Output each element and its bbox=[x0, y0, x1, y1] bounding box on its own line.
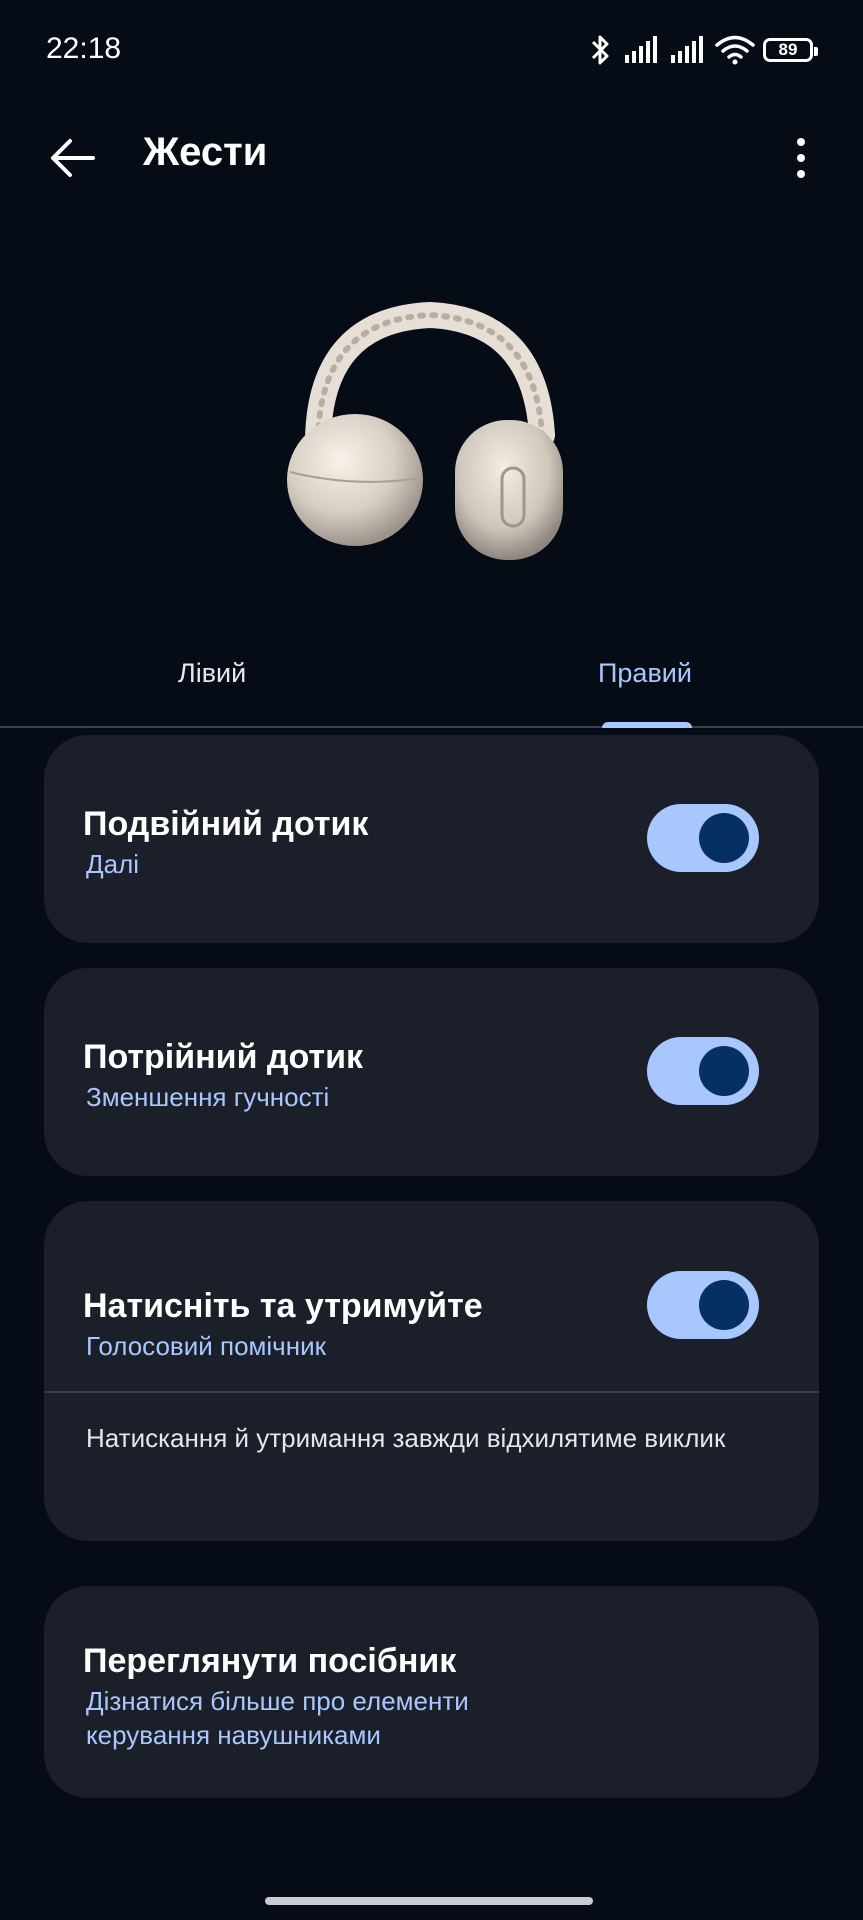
cellular-signal-2-icon bbox=[671, 36, 703, 63]
home-indicator[interactable] bbox=[265, 1897, 593, 1905]
toggle-knob bbox=[699, 1280, 749, 1330]
gesture-action: Зменшення гучності bbox=[86, 1082, 330, 1112]
wifi-icon bbox=[715, 35, 755, 65]
guide-card[interactable]: Переглянути посібник Дізнатися більше пр… bbox=[44, 1586, 819, 1798]
gesture-action[interactable]: Голосовий помічник bbox=[86, 1329, 326, 1363]
page-title: Жести bbox=[143, 130, 268, 174]
gesture-action: Далі bbox=[86, 849, 140, 879]
arrow-back-icon bbox=[51, 139, 95, 177]
gesture-note: Натискання й утримання завжди відхилятим… bbox=[86, 1423, 726, 1453]
press-hold-toggle[interactable] bbox=[647, 1271, 759, 1339]
bluetooth-icon bbox=[591, 35, 609, 65]
status-time: 22:18 bbox=[46, 32, 122, 65]
tab-selected-indicator bbox=[602, 722, 692, 728]
more-options-button[interactable] bbox=[769, 126, 833, 190]
more-vert-icon bbox=[797, 138, 805, 178]
double-tap-toggle[interactable] bbox=[647, 804, 759, 872]
gesture-card-triple-tap[interactable]: Потрійний дотик Зменшення гучності bbox=[44, 968, 819, 1176]
app-bar: Жести bbox=[0, 110, 863, 200]
guide-title: Переглянути посібник bbox=[83, 1642, 457, 1680]
battery-level: 89 bbox=[778, 40, 798, 59]
earbuds-image bbox=[280, 300, 580, 580]
gesture-title[interactable]: Натисніть та утримуйте bbox=[83, 1287, 483, 1326]
gesture-card-double-tap[interactable]: Подвійний дотик Далі bbox=[44, 735, 819, 943]
battery-icon: 89 bbox=[763, 38, 818, 62]
back-button[interactable] bbox=[40, 126, 104, 190]
status-icons: 89 bbox=[587, 30, 818, 70]
cellular-signal-icon bbox=[625, 36, 657, 63]
tab-right[interactable]: Правий bbox=[598, 658, 692, 689]
tab-left[interactable]: Лівий bbox=[178, 658, 246, 689]
toggle-knob bbox=[699, 813, 749, 863]
guide-subtitle-line1: Дізнатися більше про елементи bbox=[86, 1686, 469, 1716]
ear-tabs: Лівий Правий bbox=[0, 640, 863, 728]
card-divider bbox=[44, 1391, 819, 1393]
guide-subtitle-line2: керування навушниками bbox=[86, 1720, 381, 1750]
gesture-title: Потрійний дотик bbox=[83, 1038, 363, 1076]
toggle-knob bbox=[699, 1046, 749, 1096]
triple-tap-toggle[interactable] bbox=[647, 1037, 759, 1105]
gesture-card-press-hold: Натисніть та утримуйте Голосовий помічни… bbox=[44, 1201, 819, 1541]
headphones-icon bbox=[287, 301, 563, 560]
gesture-title: Подвійний дотик bbox=[83, 805, 369, 843]
status-bar: 22:18 89 bbox=[0, 0, 863, 100]
